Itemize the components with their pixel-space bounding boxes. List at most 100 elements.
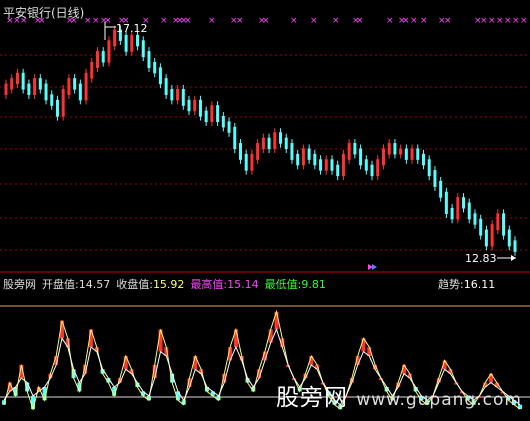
- candle-body-86: [496, 213, 500, 231]
- candle-body-30: [176, 88, 180, 101]
- candle-body-46: [267, 137, 271, 150]
- candle-body-40: [233, 126, 237, 150]
- candle-body-47: [273, 132, 277, 150]
- candle-body-0: [4, 83, 8, 95]
- candle-body-65: [376, 159, 380, 177]
- candle-body-28: [164, 78, 168, 95]
- signal-mark-14: ×: [160, 16, 168, 26]
- candle-body-1: [10, 78, 14, 90]
- signal-mark-19: ×: [208, 16, 216, 26]
- price-annotations: 17.12 12.83: [104, 22, 516, 270]
- indicator-name: 股旁网: [3, 278, 36, 291]
- signal-mark-8: ×: [92, 16, 100, 26]
- signal-mark-29: ×: [386, 16, 394, 26]
- candle-body-15: [90, 61, 94, 79]
- candle-body-79: [456, 197, 460, 220]
- signal-mark-39: ×: [496, 16, 504, 26]
- signal-mark-37: ×: [480, 16, 488, 26]
- candle-body-56: [324, 159, 328, 171]
- signal-mark-41: ×: [512, 16, 520, 26]
- signal-mark-40: ×: [504, 16, 512, 26]
- signal-mark-32: ×: [410, 16, 418, 26]
- candle-body-89: [513, 240, 517, 252]
- open-value: 14.57: [78, 278, 111, 291]
- trend-value: 16.11: [463, 278, 496, 291]
- candle-body-76: [439, 180, 443, 198]
- candle-body-27: [158, 67, 162, 85]
- candle-body-24: [141, 40, 145, 58]
- candle-body-64: [370, 164, 374, 177]
- signal-mark-31: ×: [402, 16, 410, 26]
- candle-body-72: [416, 148, 420, 160]
- candle-body-67: [387, 143, 391, 155]
- indicator-readout: 股旁网 开盘值:14.57 收盘值:15.92 最高值:15.14 最低值:9.81: [3, 276, 332, 292]
- candle-body-71: [410, 148, 414, 160]
- candle-body-83: [479, 218, 483, 236]
- candle-body-85: [490, 224, 494, 247]
- candle-body-50: [290, 143, 294, 160]
- high-label: 最高值:: [190, 278, 228, 291]
- candle-body-69: [399, 148, 403, 155]
- signal-mark-26: ×: [332, 16, 340, 26]
- low-arrow-head: [511, 255, 516, 261]
- candle-body-16: [96, 51, 100, 68]
- watermark-text: 股旁网: [276, 385, 348, 411]
- candle-body-81: [467, 202, 471, 220]
- candle-body-74: [427, 159, 431, 177]
- chart-title: 平安银行(日线): [3, 6, 85, 20]
- candle-body-57: [330, 159, 334, 171]
- candle-body-11: [67, 78, 71, 95]
- low-label: 最低值:: [264, 278, 302, 291]
- candle-body-26: [153, 61, 157, 74]
- candle-body-59: [341, 153, 345, 177]
- candle-body-66: [381, 148, 385, 166]
- signal-mark-42: ×: [520, 16, 528, 26]
- candle-body-55: [319, 159, 323, 171]
- candle-body-7: [44, 83, 48, 101]
- candle-body-8: [50, 94, 54, 106]
- candle-body-4: [27, 83, 31, 95]
- signal-mark-21: ×: [236, 16, 244, 26]
- close-value: 15.92: [152, 278, 185, 291]
- candle-body-78: [450, 207, 454, 220]
- blue-marker-icon-2: [372, 264, 377, 270]
- candle-body-61: [353, 143, 357, 155]
- candle-body-45: [261, 137, 265, 150]
- candle-body-2: [15, 72, 19, 85]
- candle-body-23: [136, 34, 140, 47]
- close-label: 收盘值:: [116, 278, 153, 291]
- candle-body-14: [84, 72, 88, 101]
- candle-body-53: [307, 148, 311, 160]
- candle-body-75: [433, 170, 437, 187]
- candle-body-70: [404, 148, 408, 160]
- candle-body-13: [78, 83, 82, 101]
- trend-readout: 趋势:16.11: [438, 276, 495, 292]
- signal-mark-25: ×: [310, 16, 318, 26]
- candle-body-43: [250, 153, 254, 171]
- candle-body-33: [193, 99, 197, 112]
- trend-label: 趋势:: [438, 278, 464, 291]
- high-value: 15.14: [227, 278, 259, 291]
- candle-body-58: [336, 164, 340, 177]
- candle-body-88: [507, 229, 511, 247]
- candle-body-34: [198, 99, 202, 117]
- watermark: 股旁网 www.gupang.com: [276, 378, 522, 412]
- candle-body-17: [101, 51, 105, 63]
- candle-body-48: [279, 132, 283, 144]
- candle-body-35: [204, 110, 208, 123]
- watermark-url: www.gupang.com: [356, 390, 522, 410]
- signal-mark-23: ×: [262, 16, 270, 26]
- candle-body-84: [484, 229, 488, 247]
- candle-body-82: [473, 213, 477, 225]
- indicator-bar-47: [274, 311, 279, 330]
- signal-mark-24: ×: [290, 16, 298, 26]
- low-price-label: 12.83: [465, 252, 497, 265]
- candle-body-63: [364, 159, 368, 171]
- signal-mark-18: ×: [184, 16, 192, 26]
- candle-body-6: [38, 78, 42, 90]
- candle-body-38: [221, 116, 225, 128]
- candle-body-36: [210, 105, 214, 123]
- signal-mark-35: ×: [444, 16, 452, 26]
- stock-chart: × × × ×× ×× × × ×× ×× × × ×××× × ×× ×× × × × ×× × ×× × × ×× ×× × ×…: [0, 16, 530, 411]
- open-label: 开盘值:: [42, 278, 79, 291]
